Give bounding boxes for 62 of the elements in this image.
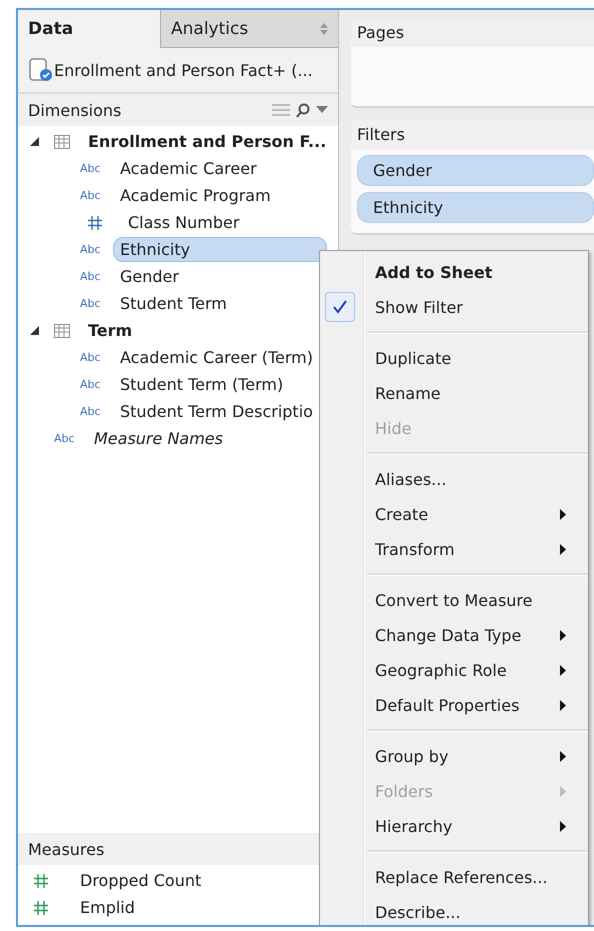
menu-item[interactable]: Hierarchy: [320, 809, 588, 844]
number-type-icon: [34, 900, 48, 914]
string-type-icon: Abc: [80, 297, 110, 310]
submenu-arrow-icon: [560, 665, 566, 676]
string-type-icon: Abc: [80, 270, 110, 283]
field-item[interactable]: Academic Career: [113, 156, 264, 181]
filter-pill[interactable]: Gender: [357, 155, 594, 186]
field-item[interactable]: Dropped Count: [73, 868, 208, 893]
number-type-icon: [34, 874, 48, 888]
menu-item[interactable]: Aliases...: [320, 462, 588, 497]
submenu-arrow-icon: [560, 821, 566, 832]
field-item[interactable]: Student Term Descriptio: [113, 399, 320, 424]
submenu-arrow-icon: [560, 630, 566, 641]
submenu-arrow-icon: [560, 509, 566, 520]
menu-item[interactable]: Geographic Role: [320, 653, 588, 688]
string-type-icon: Abc: [80, 162, 110, 175]
field-item[interactable]: Emplid: [73, 895, 142, 920]
menu-item[interactable]: Change Data Type: [320, 618, 588, 653]
table-icon: [54, 324, 70, 338]
string-type-icon: Abc: [80, 405, 110, 418]
menu-item[interactable]: Convert to Measure: [320, 583, 588, 618]
shelf-title: Filters: [351, 120, 594, 149]
number-type-icon: [88, 216, 102, 230]
menu-item[interactable]: Show Filter: [320, 290, 588, 325]
filter-pill[interactable]: Ethnicity: [357, 192, 594, 223]
tab[interactable]: Analytics: [160, 10, 338, 48]
expand-triangle-icon[interactable]: [30, 326, 39, 335]
field-item[interactable]: Student Term (Term): [113, 372, 290, 397]
menu-item[interactable]: Create: [320, 497, 588, 532]
field-item[interactable]: Student Term: [113, 291, 234, 316]
menu-item[interactable]: Duplicate: [320, 341, 588, 376]
submenu-arrow-icon: [560, 751, 566, 762]
section-title: Measures: [28, 840, 104, 858]
submenu-arrow-icon: [560, 544, 566, 555]
menu-item[interactable]: Rename: [320, 376, 588, 411]
table-name[interactable]: Term: [88, 321, 132, 340]
field-item[interactable]: Academic Career (Term): [113, 345, 320, 370]
shelf-title: Pages: [351, 18, 594, 47]
dropdown-caret-icon[interactable]: [316, 106, 328, 114]
menu-item[interactable]: Replace References...: [320, 860, 588, 895]
string-type-icon: Abc: [80, 351, 110, 364]
field-item[interactable]: Ethnicity: [113, 237, 327, 262]
section-title: Dimensions: [28, 100, 122, 120]
menu-item[interactable]: Describe...: [320, 895, 588, 925]
field-item[interactable]: Gender: [113, 264, 186, 289]
menu-item[interactable]: Group by: [320, 739, 588, 774]
table-icon: [54, 134, 70, 148]
submenu-arrow-icon: [560, 786, 566, 797]
field-item[interactable]: Class Number: [121, 210, 246, 235]
field-item[interactable]: Academic Program: [113, 183, 278, 208]
menu-item[interactable]: Transform: [320, 532, 588, 567]
string-type-icon: Abc: [80, 378, 110, 391]
menu-item[interactable]: Default Properties: [320, 688, 588, 723]
field-item[interactable]: Measure Names: [87, 426, 230, 451]
string-type-icon: Abc: [80, 189, 110, 202]
string-type-icon: Abc: [80, 243, 110, 256]
search-icon[interactable]: [296, 102, 310, 118]
database-icon: [28, 57, 54, 83]
submenu-arrow-icon: [560, 700, 566, 711]
string-type-icon: Abc: [54, 432, 84, 445]
table-name[interactable]: Enrollment and Person F...: [88, 132, 326, 151]
expand-triangle-icon[interactable]: [30, 137, 39, 146]
